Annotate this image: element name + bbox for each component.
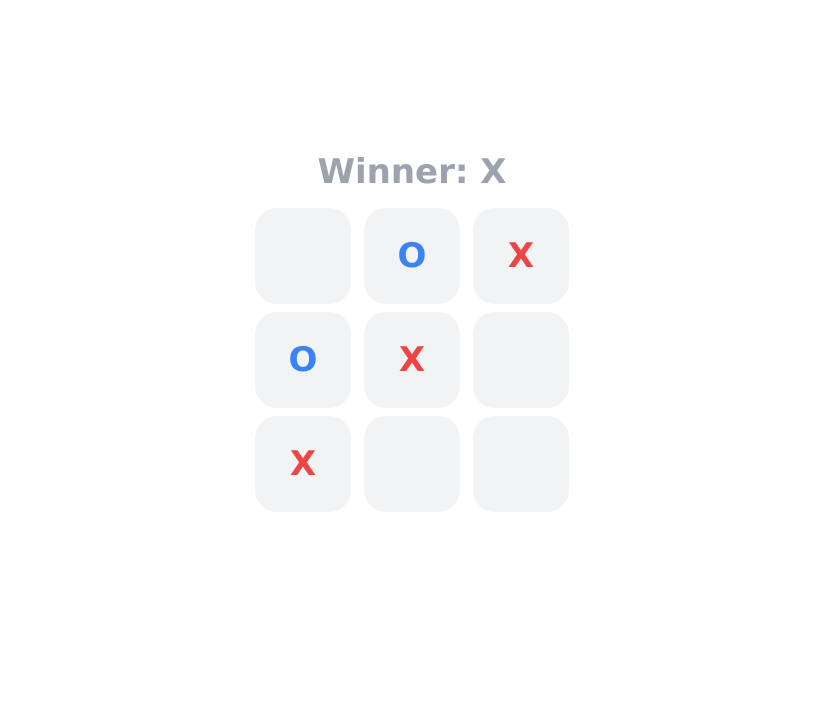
winner-status: Winner: X <box>317 152 507 192</box>
board-cell-7[interactable]: X <box>255 416 351 512</box>
board-cell-3[interactable]: X <box>473 208 569 304</box>
board-cell-5[interactable]: X <box>364 312 460 408</box>
board-cell-9[interactable] <box>473 416 569 512</box>
board-cell-4[interactable]: O <box>255 312 351 408</box>
tic-tac-toe-game: Winner: X O X O X X <box>0 0 824 723</box>
board-cell-2[interactable]: O <box>364 208 460 304</box>
board-cell-6[interactable] <box>473 312 569 408</box>
board-cell-8[interactable] <box>364 416 460 512</box>
game-board: O X O X X <box>255 208 569 512</box>
board-cell-1[interactable] <box>255 208 351 304</box>
